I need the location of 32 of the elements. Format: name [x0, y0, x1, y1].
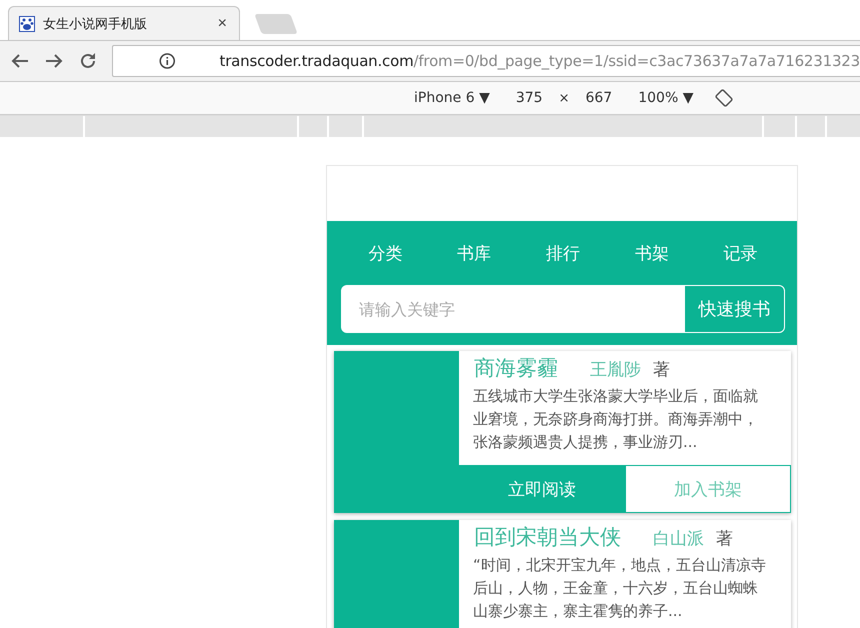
book-title[interactable]: 回到宋朝当大侠 — [474, 523, 621, 551]
author-suffix: 著 — [716, 528, 733, 550]
times-sign: × — [558, 90, 570, 106]
tab-title: 女生小说网手机版 — [43, 16, 148, 32]
forward-icon[interactable] — [45, 53, 63, 69]
paw-icon — [19, 16, 35, 32]
nav-link[interactable]: 书架 — [607, 242, 696, 264]
book-summary: 五线城市大学生张洛蒙大学毕业后，面临就业窘境，无奈跻身商海打拼。商海弄潮中，张洛蒙频遇贵人提携，事业游刃... — [473, 386, 759, 453]
url-text: transcoder.tradaquan.com/from=0/bd_page_type=1/ssid=c3ac73637a7a7a716231323 — [220, 52, 860, 70]
width-value[interactable]: 375 — [516, 90, 543, 106]
book-summary: “时间，北宋开宝九年，地点，五台山清凉寺后山，人物，王金童，十六岁，五台山蜘蛛山寨少寨主，寨主霍隽的养子... — [473, 555, 767, 622]
search-button[interactable]: 快速搜书 — [684, 285, 785, 333]
author-suffix: 著 — [653, 359, 670, 381]
reload-icon[interactable] — [79, 52, 97, 70]
read-button[interactable]: 立即阅读 — [459, 465, 625, 513]
device-dropdown[interactable]: iPhone 6 ▼ — [414, 90, 490, 106]
book-author[interactable]: 王胤陟 — [590, 358, 641, 381]
height-value[interactable]: 667 — [585, 90, 612, 106]
back-icon[interactable] — [11, 53, 29, 69]
book-title[interactable]: 商海雾霾 — [474, 354, 558, 382]
add-to-shelf-button[interactable]: 加入书架 — [625, 465, 791, 513]
nav-link[interactable]: 排行 — [518, 242, 608, 264]
zoom-dropdown[interactable]: 100% ▼ — [638, 90, 694, 106]
nav-link[interactable]: 分类 — [341, 242, 430, 264]
nav-link[interactable]: 书库 — [430, 242, 519, 264]
rotate-icon[interactable] — [715, 89, 734, 107]
address-bar[interactable]: transcoder.tradaquan.com/from=0/bd_page_type=1/ssid=c3ac73637a7a7a716231323 — [112, 45, 860, 77]
book-author[interactable]: 白山派 — [653, 527, 704, 550]
browser-tab[interactable]: 女生小说网手机版 × — [8, 6, 240, 40]
nav-link[interactable]: 记录 — [696, 242, 785, 264]
search-field[interactable]: 请输入关键字 — [341, 285, 684, 333]
close-button[interactable]: × — [216, 14, 229, 32]
